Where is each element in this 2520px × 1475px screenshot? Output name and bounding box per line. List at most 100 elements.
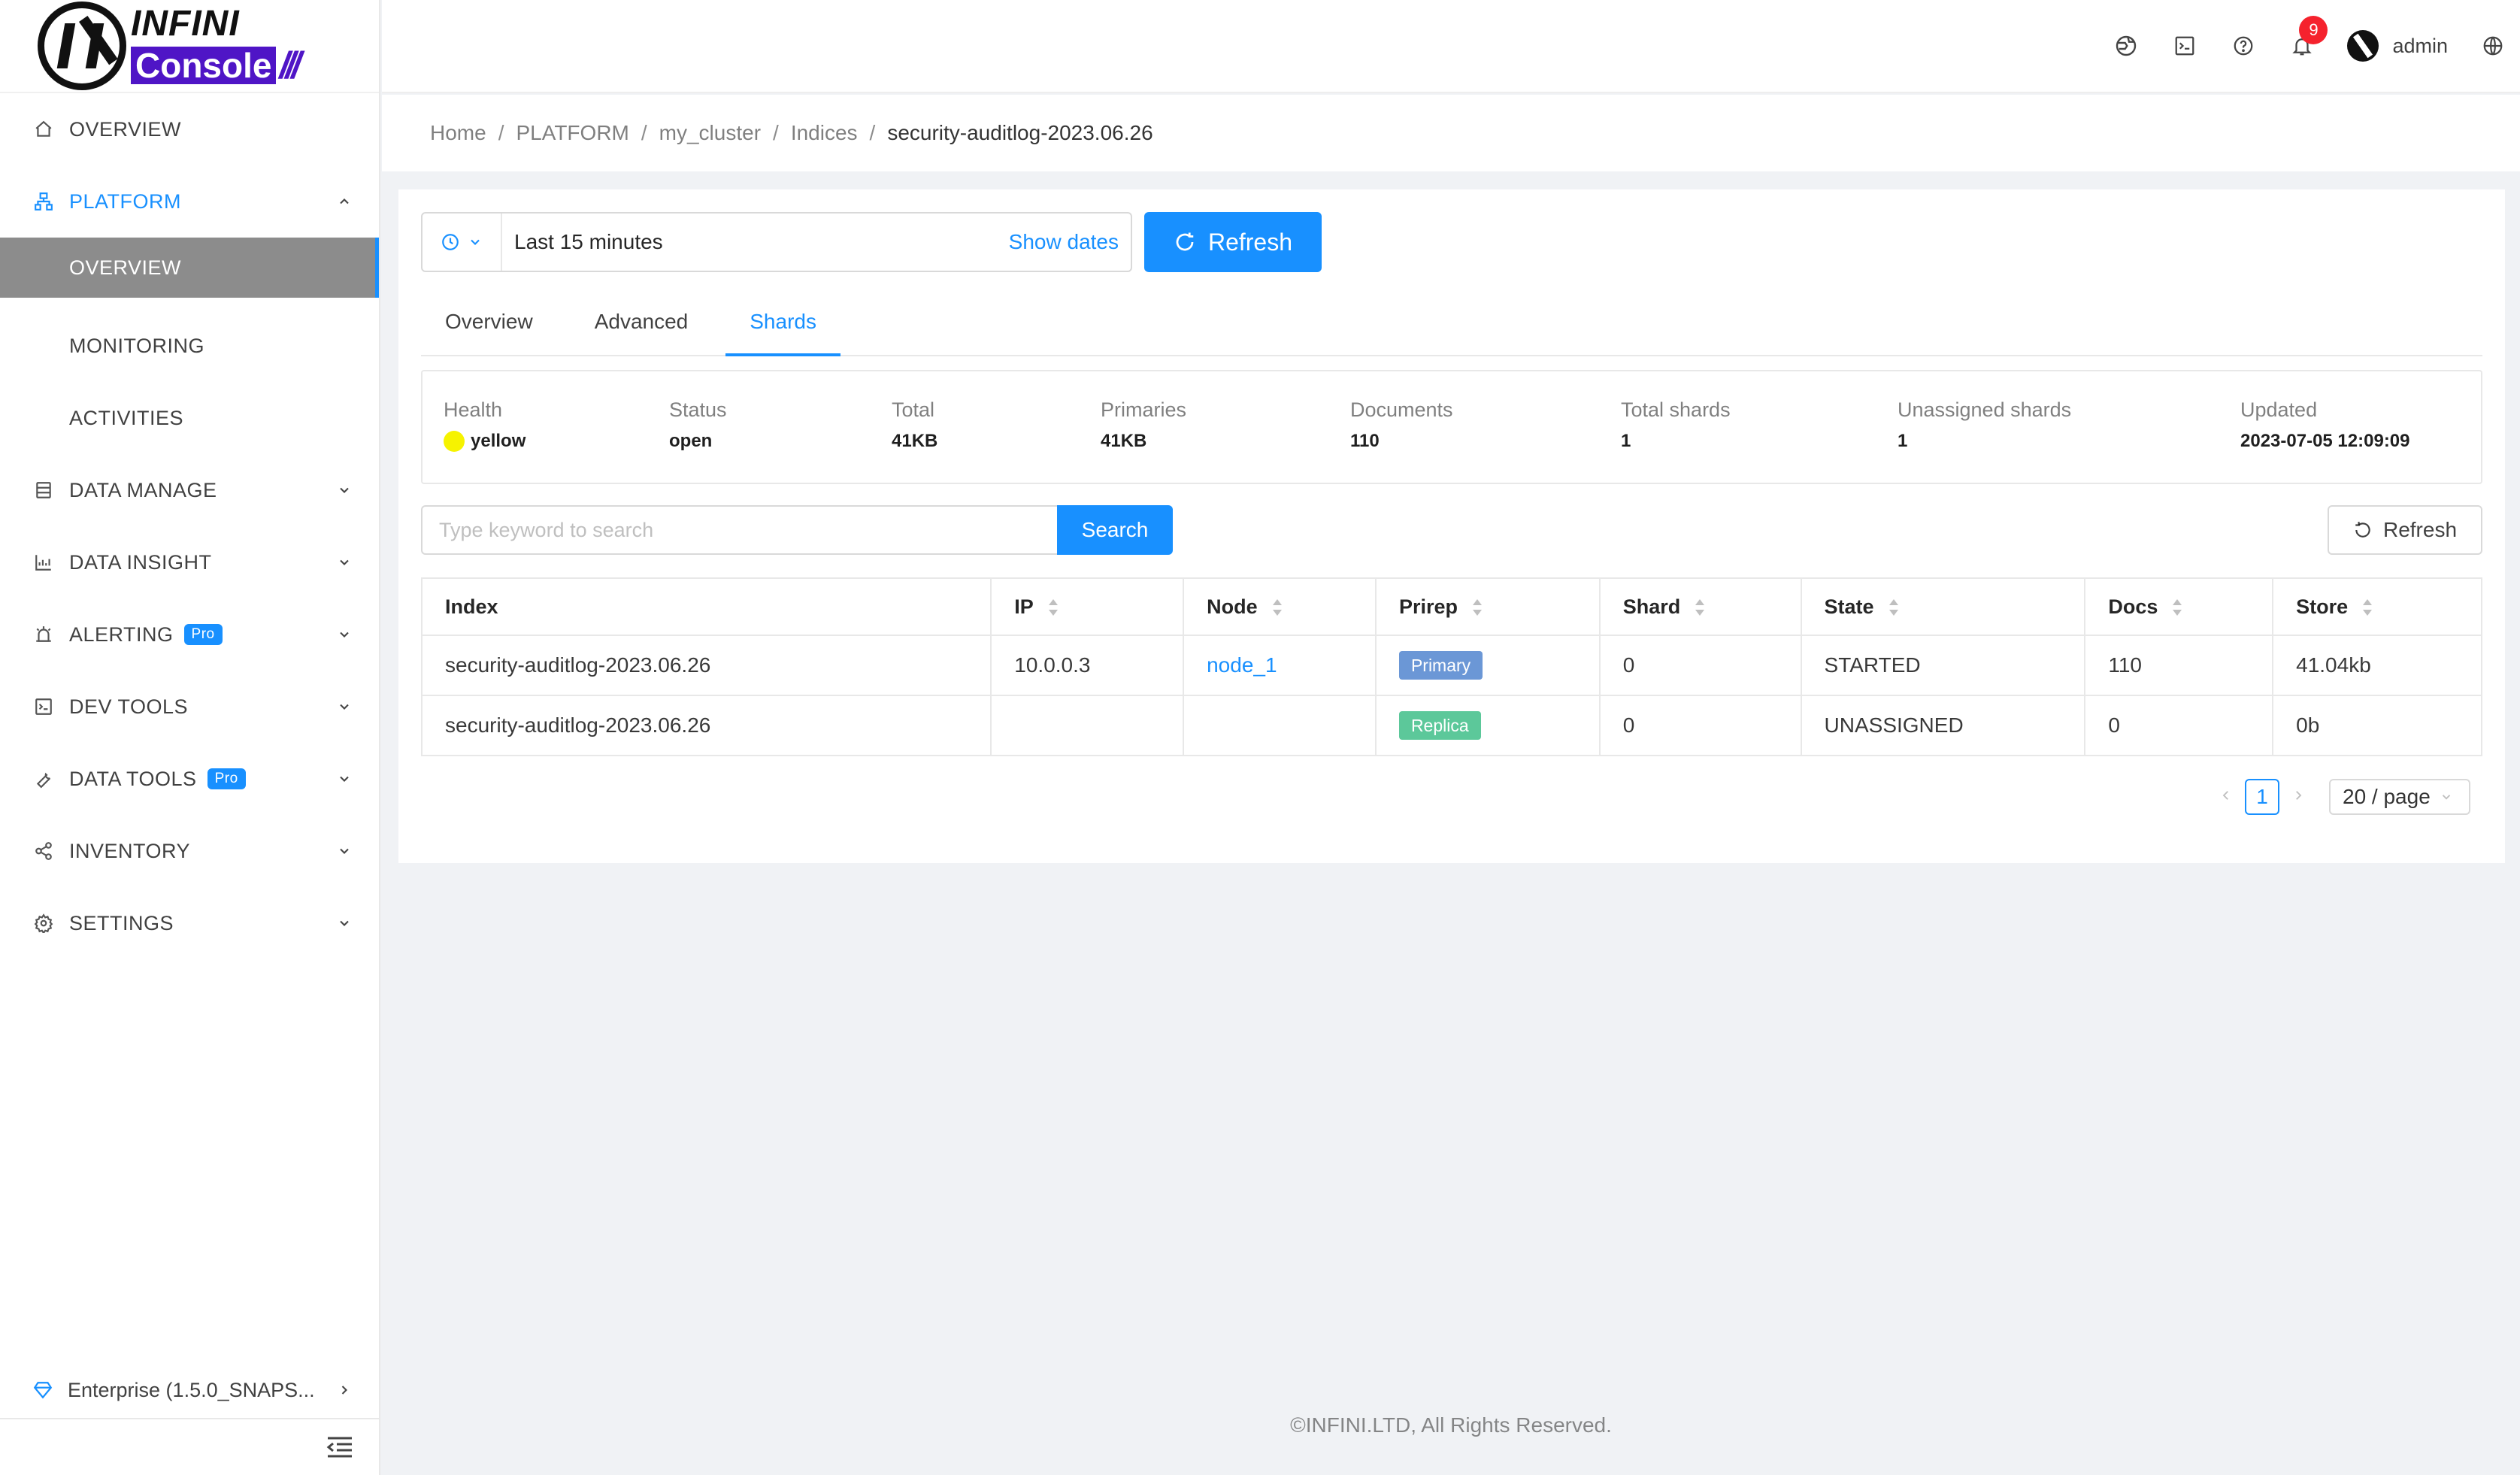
sidebar-item-inventory[interactable]: INVENTORY [0, 815, 379, 887]
settings-globe-icon[interactable] [2113, 32, 2140, 59]
sidebar-item-alerting[interactable]: ALERTING Pro [0, 598, 379, 671]
edition-item[interactable]: Enterprise (1.5.0_SNAPS... [0, 1362, 379, 1419]
sidebar-item-label: PLATFORM [69, 189, 182, 213]
database-icon [33, 480, 54, 501]
column-label: State [1824, 595, 1874, 618]
stat-label: Status [669, 398, 727, 421]
cell-state: STARTED [1801, 635, 2086, 696]
cell-node [1183, 695, 1377, 756]
tab-shards[interactable]: Shards [725, 287, 841, 356]
column-header-node[interactable]: Node [1183, 578, 1377, 636]
show-dates-link[interactable]: Show dates [1009, 230, 1131, 254]
stat-label: Documents [1350, 398, 1453, 421]
breadcrumb-separator: / [498, 121, 504, 144]
column-header-shard[interactable]: Shard [1599, 578, 1802, 636]
column-header-prirep[interactable]: Prirep [1375, 578, 1601, 636]
cell-index: security-auditlog-2023.06.26 [422, 635, 992, 696]
sidebar-item-activities[interactable]: ACTIVITIES [0, 382, 379, 454]
sidebar-item-data-tools[interactable]: DATA TOOLS Pro [0, 743, 379, 815]
sidebar-item-settings[interactable]: SETTINGS [0, 887, 379, 959]
refresh-button[interactable]: Refresh [1144, 212, 1322, 272]
table-refresh-button[interactable]: Refresh [2328, 505, 2482, 555]
sort-icon[interactable] [2171, 598, 2183, 617]
table-row: security-auditlog-2023.06.26 Replica 0 U… [422, 695, 2482, 756]
sidebar-item-data-manage[interactable]: DATA MANAGE [0, 454, 379, 526]
sidebar-item-label: DATA TOOLS [69, 767, 197, 790]
notification-bell-icon[interactable]: 9 [2288, 16, 2328, 59]
console-icon[interactable] [2171, 32, 2198, 59]
breadcrumb-platform[interactable]: PLATFORM [516, 121, 628, 145]
logo-top-text: INFINI [131, 4, 240, 44]
app-logo[interactable]: INFINI Console /// [0, 0, 379, 93]
health-status-dot [444, 431, 465, 452]
stat-label: Unassigned shards [1898, 398, 2072, 421]
infini-logo-icon [38, 2, 126, 90]
chevron-down-icon [340, 487, 349, 493]
sort-icon[interactable] [1271, 598, 1283, 617]
pro-badge: Pro [207, 768, 246, 789]
prev-page-icon[interactable] [2215, 785, 2237, 809]
sidebar-item-label: ALERTING [69, 622, 174, 646]
stat-primaries: Primaries 41KB [1101, 398, 1186, 452]
notification-count-badge: 9 [2299, 16, 2328, 44]
sidebar-item-overview[interactable]: OVERVIEW [0, 93, 379, 165]
stat-value: 1 [1621, 431, 1631, 451]
collapse-sidebar-button[interactable] [0, 1419, 379, 1475]
time-range-value[interactable]: Last 15 minutes [502, 230, 1009, 254]
sort-icon[interactable] [2361, 598, 2373, 617]
shards-table: Index IP Node Prirep Shard State Docs St… [421, 577, 2482, 756]
tab-overview[interactable]: Overview [421, 287, 557, 356]
chevron-down-icon [340, 776, 349, 782]
node-link[interactable]: node_1 [1207, 653, 1277, 677]
sidebar-item-platform[interactable]: PLATFORM [0, 165, 379, 238]
sort-icon[interactable] [1888, 598, 1900, 617]
breadcrumb-indices[interactable]: Indices [791, 121, 858, 145]
chevron-down-icon [340, 920, 349, 926]
help-icon[interactable] [2230, 32, 2257, 59]
column-header-docs[interactable]: Docs [2085, 578, 2274, 636]
prirep-tag: Primary [1398, 651, 1483, 680]
sidebar-item-label: OVERVIEW [69, 117, 182, 141]
chart-icon [33, 552, 54, 573]
sort-icon[interactable] [1694, 598, 1706, 617]
breadcrumb-home[interactable]: Home [430, 121, 486, 145]
time-range-picker[interactable]: Last 15 minutes Show dates [421, 212, 1132, 272]
column-header-state[interactable]: State [1801, 578, 2086, 636]
sidebar-item-data-insight[interactable]: DATA INSIGHT [0, 526, 379, 598]
refresh-label: Refresh [2382, 518, 2458, 541]
user-menu[interactable]: admin [2347, 30, 2448, 62]
sidebar-item-dev-tools[interactable]: DEV TOOLS [0, 671, 379, 743]
column-header-index: Index [422, 578, 992, 636]
breadcrumb-separator: / [641, 121, 647, 144]
search-input[interactable] [421, 505, 1057, 555]
terminal-icon [33, 696, 54, 717]
cell-prirep: Replica [1375, 695, 1601, 756]
sidebar-item-platform-overview[interactable]: OVERVIEW [0, 238, 379, 298]
sidebar-item-monitoring[interactable]: MONITORING [0, 310, 379, 382]
breadcrumb-cluster[interactable]: my_cluster [659, 121, 761, 145]
quick-time-select[interactable] [423, 214, 502, 271]
cluster-icon [33, 191, 54, 212]
column-header-ip[interactable]: IP [991, 578, 1185, 636]
sidebar-item-label: MONITORING [69, 334, 204, 357]
stat-value: 1 [1898, 431, 1908, 451]
cell-ip: 10.0.0.3 [991, 635, 1185, 696]
sidebar-menu: OVERVIEW PLATFORM OVERVIEW MONITORING AC… [0, 93, 379, 959]
page-1-button[interactable]: 1 [2245, 779, 2279, 815]
search-button[interactable]: Search [1057, 505, 1173, 555]
search-row: Search Refresh [421, 505, 2482, 555]
column-header-store[interactable]: Store [2273, 578, 2482, 636]
sidebar: INFINI Console /// OVERVIEW PLATFORM OVE… [0, 0, 380, 1475]
language-globe-icon[interactable] [2479, 32, 2506, 59]
tab-advanced[interactable]: Advanced [571, 287, 713, 356]
sidebar-footer: Enterprise (1.5.0_SNAPS... [0, 1362, 379, 1475]
page-size-select[interactable]: 20 / page [2329, 779, 2470, 815]
cell-prirep: Primary [1375, 635, 1601, 696]
next-page-icon[interactable] [2287, 785, 2309, 809]
sort-icon[interactable] [1047, 598, 1059, 617]
sort-icon[interactable] [1471, 598, 1483, 617]
cell-ip [991, 695, 1185, 756]
pro-badge: Pro [183, 624, 223, 645]
refresh-icon [1176, 232, 1194, 251]
column-label: Store [2296, 595, 2349, 618]
